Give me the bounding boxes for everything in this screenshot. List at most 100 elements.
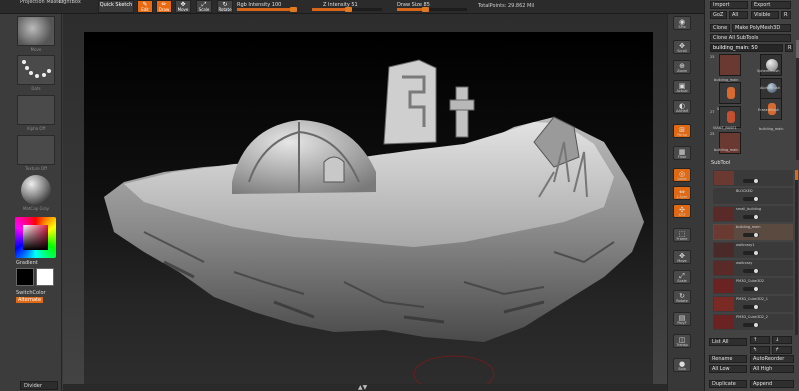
shelf-button-transp[interactable]: ◫ Transp — [673, 334, 691, 348]
current-tool-slider[interactable]: building_main: 50 — [710, 44, 783, 52]
divider-button[interactable]: Divider — [20, 381, 58, 390]
append-button[interactable]: Append — [750, 380, 794, 388]
subtool-row[interactable]: BLOCKED — [713, 188, 793, 204]
shelf-button-persp[interactable]: ⊞ Persp — [673, 124, 691, 138]
shelf-button-polyf[interactable]: ▤ PolyF — [673, 312, 691, 326]
subtool-visibility-toggle[interactable] — [743, 305, 759, 309]
shelf-button-solo[interactable]: ● Solo — [673, 358, 691, 372]
subtool-row[interactable]: wallcrazy1 — [713, 242, 793, 258]
subtool-row[interactable]: PM3D_Cube3D2_2 — [713, 314, 793, 330]
subtool-row[interactable]: PM3D_Cube3D2_1 — [713, 296, 793, 312]
gradient-toggle[interactable]: Gradient — [16, 260, 38, 266]
move-right-button[interactable]: ↱ — [772, 346, 792, 354]
viant-base-icon — [727, 111, 735, 123]
shelf-button-rotate[interactable]: ↻ Rotate — [673, 290, 691, 304]
shelf-button-zoom[interactable]: ⊕ Zoom — [673, 60, 691, 74]
viewport[interactable]: ▲▼ — [63, 14, 667, 391]
clone-button[interactable]: Clone — [710, 24, 730, 32]
shelf-button-frame[interactable]: ⬚ Frame — [673, 228, 691, 242]
subtool-visibility-toggle[interactable] — [743, 179, 759, 183]
scale-mode-button[interactable]: ⤢ Scale — [196, 0, 212, 13]
subtool-visibility-toggle[interactable] — [743, 269, 759, 273]
material-thumbnail[interactable] — [17, 175, 55, 205]
eye-icon — [754, 269, 758, 273]
brush-thumbnail[interactable] — [17, 16, 55, 46]
z-intensity-knob[interactable] — [345, 7, 352, 12]
collapse-arrows-icon[interactable]: ▲▼ — [358, 384, 367, 391]
document-canvas[interactable] — [84, 32, 653, 391]
shelf-button-move[interactable]: ✥ Move — [673, 250, 691, 264]
color-picker-square[interactable] — [23, 225, 48, 250]
all-low-button[interactable]: All Low — [709, 365, 747, 373]
shelf-button-xyz[interactable]: ✣ XYZ — [673, 204, 691, 218]
switch-color-button[interactable]: SwitchColor — [16, 290, 46, 296]
post-crossbar — [449, 99, 475, 111]
viewport-bottom-bar: ▲▼ — [63, 384, 667, 391]
move-left-button[interactable]: ↰ — [750, 346, 770, 354]
subtool-visibility-toggle[interactable] — [743, 251, 759, 255]
r-button[interactable]: R — [781, 11, 791, 19]
clone-all-subtools-button[interactable]: Clone All SubTools — [710, 34, 791, 42]
shelf-button-aahalf[interactable]: ◐ AAHalf — [673, 100, 691, 114]
subtool-visibility-toggle[interactable] — [743, 233, 759, 237]
all-button[interactable]: All — [729, 11, 748, 19]
rgb-intensity-knob[interactable] — [290, 7, 297, 12]
shelf-button-floor[interactable]: ▦ Floor — [673, 146, 691, 160]
z-intensity-slider[interactable] — [312, 7, 382, 12]
sculpt-model[interactable] — [84, 32, 653, 391]
shelf-button-actual[interactable]: ▣ Actual — [673, 80, 691, 94]
all-high-button[interactable]: All High — [750, 365, 794, 373]
shelf-button-scale[interactable]: ⤢ Scale — [673, 270, 691, 284]
subtool-row[interactable]: PM3D_Cube3D2 — [713, 278, 793, 294]
list-all-button[interactable]: List All — [709, 338, 747, 346]
edit-mode-button[interactable]: ✎ Edit — [137, 0, 153, 13]
shelf-label: Scroll — [677, 49, 687, 53]
up-arrow-button[interactable]: ↑ — [750, 336, 770, 344]
duplicate-button[interactable]: Duplicate — [709, 380, 747, 388]
color-picker-ring[interactable] — [15, 217, 56, 258]
import-button[interactable]: Import — [710, 1, 748, 9]
subtool-title[interactable]: SubTool — [711, 160, 730, 166]
shelf-button-scroll[interactable]: ✥ Scroll — [673, 40, 691, 54]
r2-button[interactable]: R — [785, 44, 793, 52]
shelf-button-lsym[interactable]: ⇔ L.Sym — [673, 186, 691, 200]
quick-sketch-button[interactable]: Quick Sketch — [98, 0, 134, 13]
subtool-scrollbar-thumb[interactable] — [795, 170, 798, 180]
texture-thumbnail[interactable] — [17, 135, 55, 165]
tool-tile-viant-base[interactable] — [719, 106, 741, 128]
subtool-row[interactable]: building_main — [713, 224, 793, 240]
draw-mode-button[interactable]: ✏ Draw — [156, 0, 172, 13]
rgb-intensity-slider[interactable] — [237, 7, 297, 12]
subtool-visibility-toggle[interactable] — [743, 197, 759, 201]
make-polymesh-button[interactable]: Make PolyMesh3D — [732, 24, 791, 32]
goz-button[interactable]: GoZ — [710, 11, 727, 19]
subtool-row[interactable]: small_building — [713, 206, 793, 222]
subtool-visibility-toggle[interactable] — [743, 215, 759, 219]
shelf-button-local[interactable]: ◎ Local — [673, 168, 691, 182]
autoreorder-button[interactable]: AutoReorder — [750, 355, 794, 363]
alpha-thumbnail[interactable] — [17, 95, 55, 125]
subtool-visibility-toggle[interactable] — [743, 287, 759, 291]
shelf-button-spix[interactable]: ◉ SPix — [673, 16, 691, 30]
export-button[interactable]: Export — [751, 1, 791, 9]
tool-tile-simplebrush[interactable] — [719, 82, 741, 104]
stroke-thumbnail[interactable] — [17, 55, 55, 85]
subtool-scrollbar[interactable] — [795, 170, 798, 335]
secondary-color-swatch[interactable] — [36, 268, 54, 286]
main-color-swatch[interactable] — [16, 268, 34, 286]
subtool-row[interactable]: wallcrazy — [713, 260, 793, 276]
draw-size-knob[interactable] — [422, 7, 429, 12]
projection-master-button[interactable]: Projection Master — [20, 0, 63, 5]
draw-size-slider[interactable] — [397, 7, 467, 12]
alternate-button[interactable]: Alternate — [16, 297, 44, 303]
move-mode-button[interactable]: ✥ Move — [175, 0, 191, 13]
rotate-mode-button[interactable]: ↻ Rotate — [217, 0, 233, 13]
down-arrow-button[interactable]: ↓ — [772, 336, 792, 344]
subtool-row[interactable] — [713, 170, 793, 186]
tool-tile-building-main[interactable] — [719, 54, 741, 76]
visible-button[interactable]: Visible — [751, 11, 779, 19]
subtool-visibility-toggle[interactable] — [743, 323, 759, 327]
eye-icon — [754, 197, 758, 201]
lightbox-button[interactable]: LightBox — [59, 0, 81, 5]
rename-button[interactable]: Rename — [709, 355, 747, 363]
